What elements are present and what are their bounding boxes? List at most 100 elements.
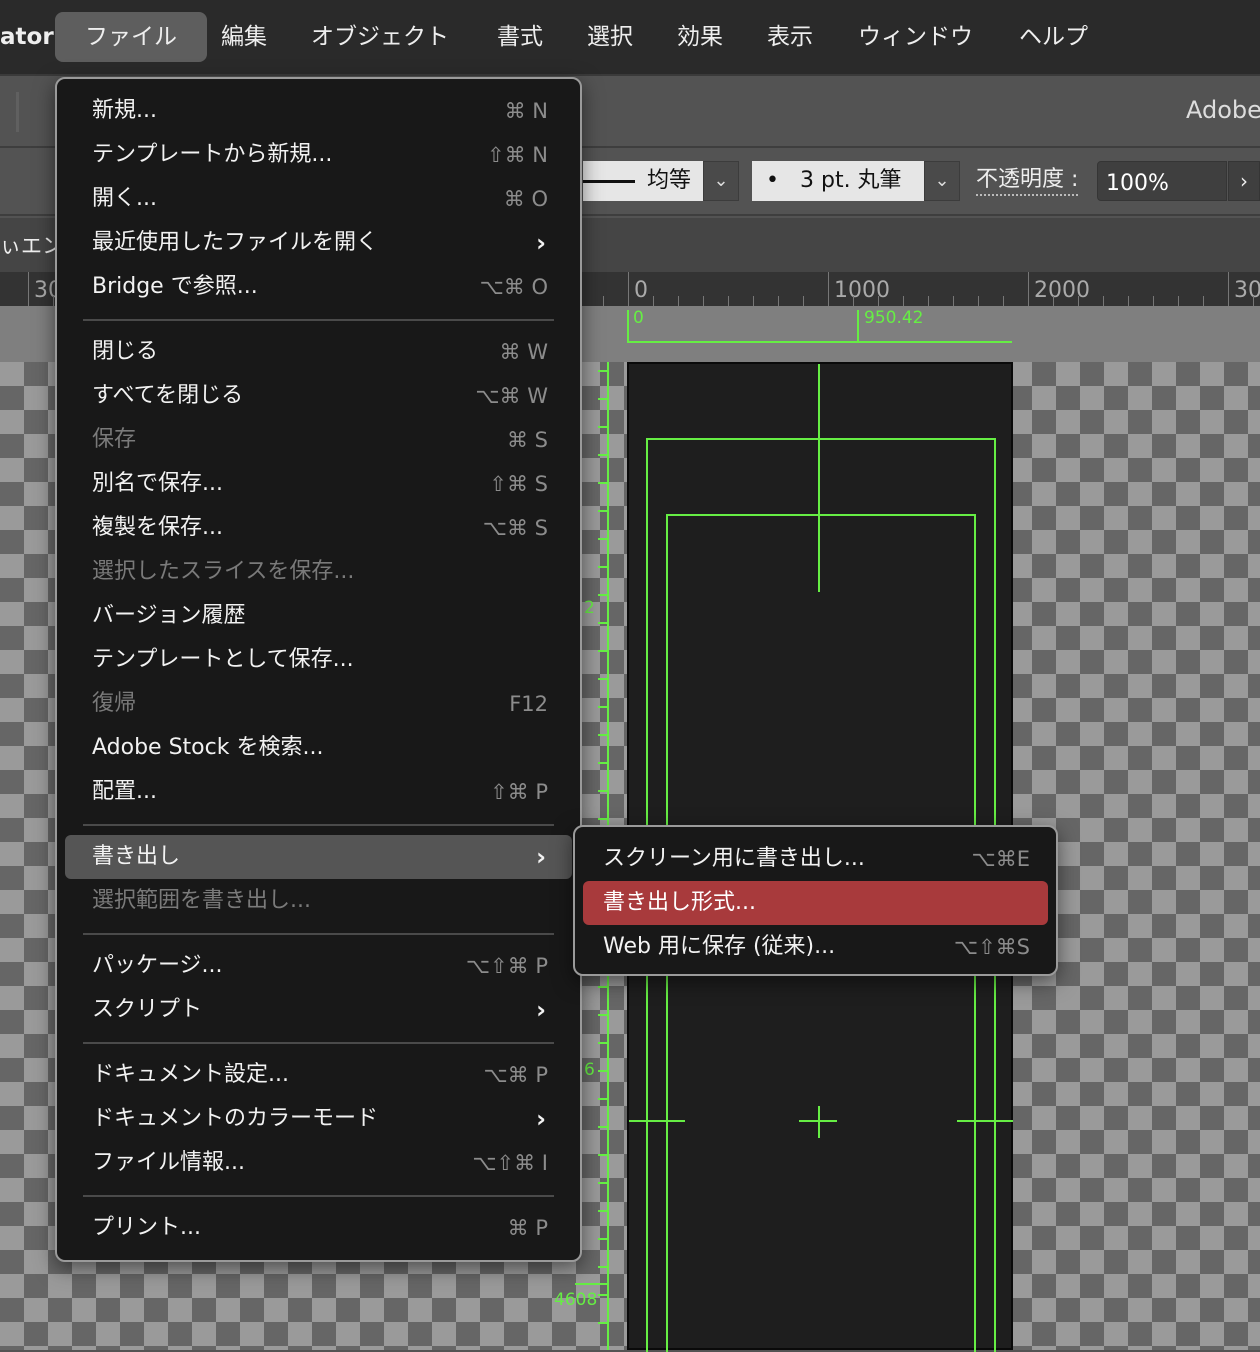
vertical-guide-tick [598, 1154, 608, 1156]
guide-label: 6 [584, 1060, 595, 1080]
file-menu-item: 選択したスライスを保存... [65, 550, 572, 594]
file-menu-item[interactable]: 配置... ⇧⌘ P [65, 770, 572, 814]
menu-select[interactable]: 選択 [587, 12, 633, 62]
file-menu-item[interactable]: Adobe Stock を検索... [65, 726, 572, 770]
vertical-guide-tick [598, 482, 608, 484]
ruler-minor-tick [1078, 296, 1079, 306]
opacity-label[interactable]: 不透明度 : [976, 166, 1079, 196]
chevron-right-icon: › [536, 1105, 546, 1133]
menu-item-shortcut: ⌥⇧⌘S [953, 935, 1030, 959]
brush-field[interactable]: • 3 pt. 丸筆 [752, 161, 924, 201]
stroke-profile-dropdown[interactable]: ⌄ [703, 161, 739, 201]
file-menu-item[interactable]: すべてを閉じる ⌥⌘ W [65, 374, 572, 418]
file-menu-item[interactable]: スクリプト › [65, 988, 572, 1032]
ruler-minor-tick [1228, 296, 1229, 306]
file-menu-item[interactable]: 別名で保存... ⇧⌘ S [65, 462, 572, 506]
menu-item-shortcut: ⌥⌘ O [479, 275, 548, 299]
ruler-minor-tick [753, 296, 754, 306]
file-menu-item[interactable]: 書き出し › [65, 835, 572, 879]
ruler-minor-tick [628, 296, 629, 306]
ruler-minor-tick [28, 296, 29, 306]
ruler-minor-tick [1178, 296, 1179, 306]
file-menu-item: 選択範囲を書き出し... [65, 879, 572, 923]
menu-item-label: 選択範囲を書き出し... [92, 888, 311, 913]
menu-separator [83, 923, 554, 944]
file-menu-item[interactable]: パッケージ... ⌥⇧⌘ P [65, 944, 572, 988]
menu-item-label: 別名で保存... [92, 471, 223, 496]
vertical-guide-tick [598, 734, 608, 736]
menu-item-label: 書き出し形式... [603, 890, 756, 915]
file-menu-item[interactable]: ドキュメントのカラーモード › [65, 1097, 572, 1141]
export-submenu-item[interactable]: スクリーン用に書き出し... ⌥⌘E [583, 837, 1048, 881]
file-menu-item[interactable]: バージョン履歴 [65, 594, 572, 638]
file-menu-item[interactable]: 複製を保存... ⌥⌘ S [65, 506, 572, 550]
menu-item-shortcut: ⌘ W [499, 340, 548, 364]
vertical-guide-tick [598, 454, 608, 456]
menu-item-label: 開く... [92, 186, 157, 211]
file-menu-item[interactable]: ファイル情報... ⌥⇧⌘ I [65, 1141, 572, 1185]
menu-item-label: Adobe Stock を検索... [92, 735, 324, 760]
file-menu-item[interactable]: ドキュメント設定... ⌥⌘ P [65, 1053, 572, 1097]
file-menu-item: 復帰 F12 [65, 682, 572, 726]
menu-separator [83, 1032, 554, 1053]
ruler-minor-tick [678, 296, 679, 306]
chevron-right-icon: › [1240, 169, 1248, 193]
vertical-guide-tick [598, 1126, 608, 1128]
file-menu-item[interactable]: テンプレートとして保存... [65, 638, 572, 682]
menu-separator [83, 814, 554, 835]
stroke-profile-value: 均等 [647, 168, 692, 193]
menu-window[interactable]: ウィンドウ [858, 12, 973, 62]
chevron-right-icon: › [536, 996, 546, 1024]
center-guide [818, 364, 820, 592]
menu-effect[interactable]: 効果 [677, 12, 723, 62]
menu-file[interactable]: ファイル [55, 12, 207, 62]
menu-item-label: 書き出し [92, 844, 181, 869]
file-menu-item[interactable]: Bridge で参照... ⌥⌘ O [65, 265, 572, 309]
menu-item-shortcut: ⇧⌘ N [487, 143, 548, 167]
vertical-guide-tick [598, 566, 608, 568]
guide-label: 2 [584, 598, 595, 618]
menu-item-shortcut: ⇧⌘ S [489, 472, 548, 496]
menu-view[interactable]: 表示 [767, 12, 813, 62]
menu-edit[interactable]: 編集 [221, 12, 267, 62]
vertical-guide-tick [598, 706, 608, 708]
opacity-expand-button[interactable]: › [1228, 161, 1260, 201]
stroke-profile-field[interactable]: 均等 [583, 161, 703, 201]
menu-object[interactable]: オブジェクト [311, 12, 449, 62]
menu-item-label: ファイル情報... [92, 1150, 245, 1175]
ruler-minor-tick [853, 296, 854, 306]
ruler-label: 2000 [1034, 278, 1090, 303]
menu-type[interactable]: 書式 [497, 12, 543, 62]
menu-help[interactable]: ヘルプ [1019, 12, 1088, 62]
app-name[interactable]: ator [0, 12, 54, 62]
menu-item-shortcut: ⌥⌘ W [475, 384, 548, 408]
menu-item-shortcut: ⌘ N [504, 99, 548, 123]
file-menu-item[interactable]: テンプレートから新規... ⇧⌘ N [65, 133, 572, 177]
ruler-minor-tick [653, 296, 654, 306]
opacity-input[interactable]: 100% [1097, 161, 1227, 201]
menu-item-label: すべてを閉じる [92, 383, 244, 408]
ruler-minor-tick [1203, 296, 1204, 306]
crosshair-guide [818, 1106, 820, 1138]
file-menu-item[interactable]: 開く... ⌘ O [65, 177, 572, 221]
inner-safe-guide [666, 514, 976, 516]
chevron-right-icon: › [536, 843, 546, 871]
chevron-down-icon: ⌄ [713, 170, 729, 191]
menu-item-shortcut: F12 [509, 692, 548, 716]
menu-item-label: 保存 [92, 427, 137, 452]
ruler-minor-tick [1128, 296, 1129, 306]
vertical-guide-tick [598, 818, 608, 820]
file-menu-item[interactable]: 新規... ⌘ N [65, 89, 572, 133]
file-menu-item[interactable]: 最近使用したファイルを開く › [65, 221, 572, 265]
file-menu-item[interactable]: プリント... ⌘ P [65, 1206, 572, 1250]
guide-label-start: 0 [633, 308, 644, 328]
export-submenu-item[interactable]: Web 用に保存 (従来)... ⌥⇧⌘S [583, 925, 1048, 969]
ruler-minor-tick [828, 296, 829, 306]
menu-item-label: バージョン履歴 [92, 603, 246, 628]
guide-label: 4608 [554, 1290, 598, 1310]
menu-item-label: ドキュメント設定... [92, 1062, 289, 1087]
file-menu-item[interactable]: 閉じる ⌘ W [65, 330, 572, 374]
brush-dropdown[interactable]: ⌄ [924, 161, 960, 201]
export-submenu-item[interactable]: 書き出し形式... [583, 881, 1048, 925]
ruler-minor-tick [53, 296, 54, 306]
